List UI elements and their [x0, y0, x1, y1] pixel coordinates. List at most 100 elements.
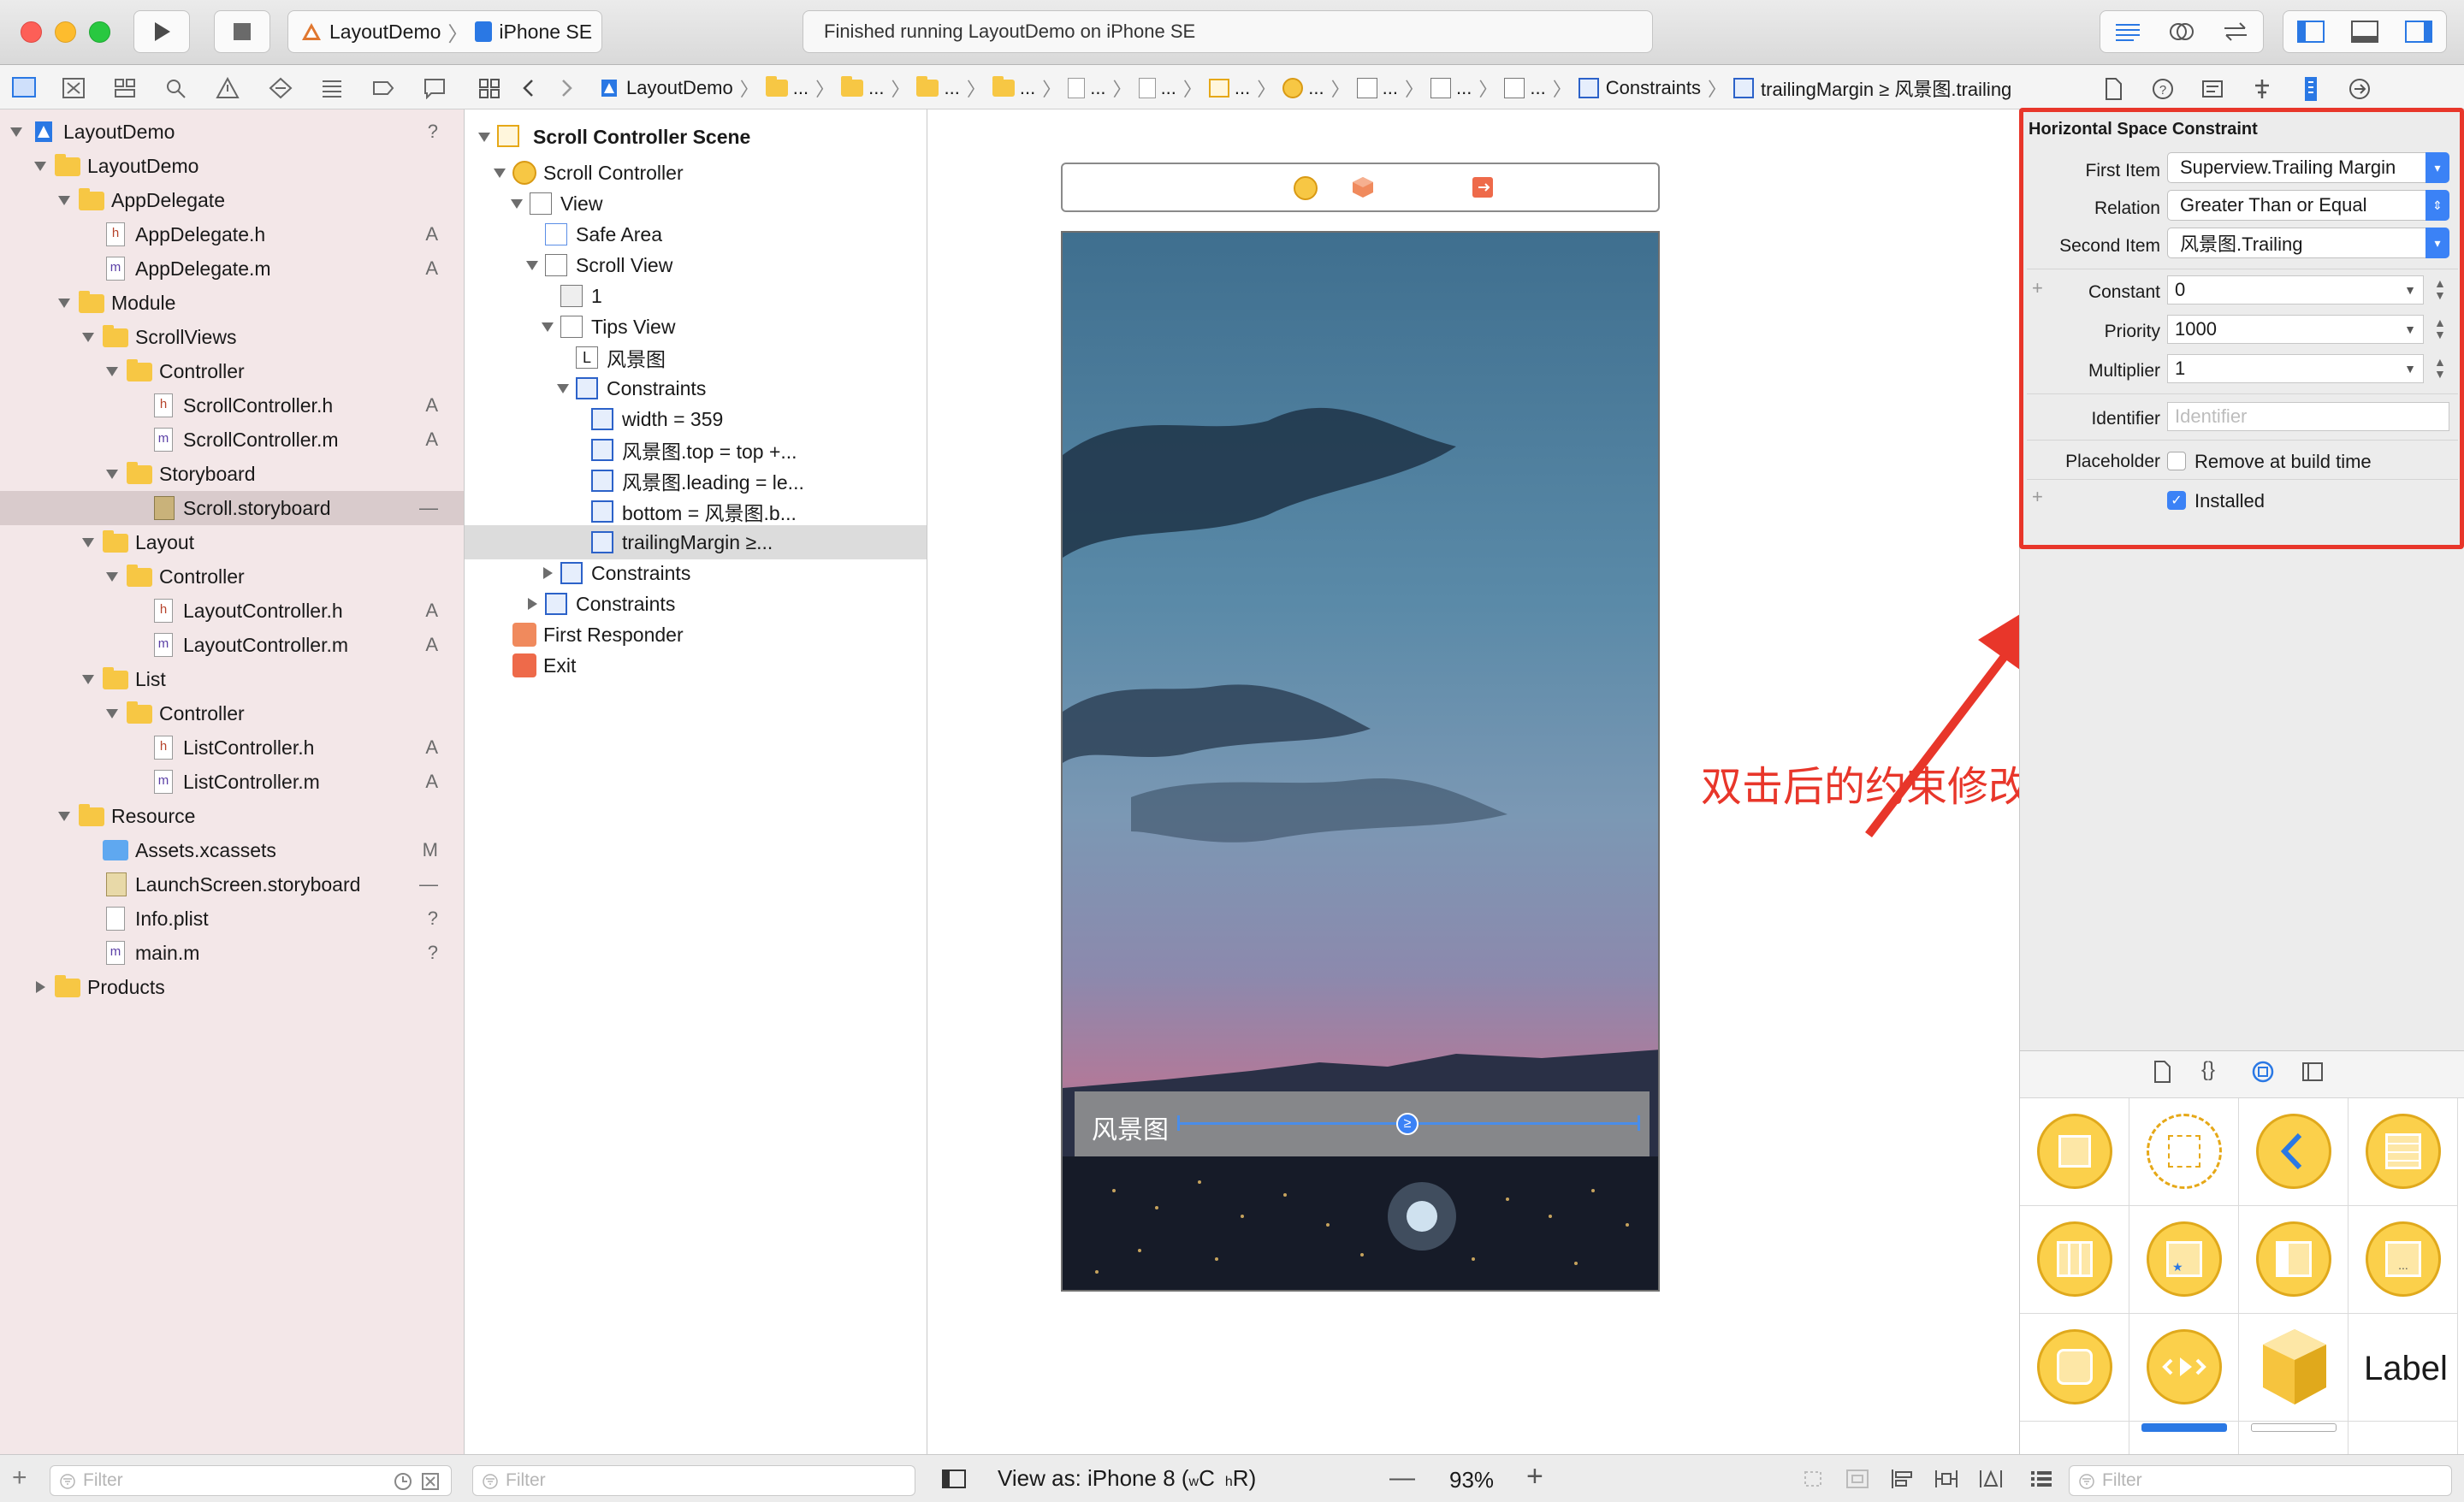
priority-field[interactable]: 1000 ▼: [2167, 315, 2424, 344]
second-item-popup[interactable]: 风景图.Trailing ▾: [2167, 228, 2449, 258]
outline-row-selected[interactable]: trailingMargin ≥...: [465, 525, 927, 559]
nav-row-folder[interactable]: Resource: [0, 799, 464, 833]
identifier-field[interactable]: Identifier: [2167, 402, 2449, 431]
priority-stepper[interactable]: ▲ ▼: [2434, 316, 2446, 340]
outline-row[interactable]: 风景图.leading = le...: [465, 464, 927, 498]
interface-builder-canvas[interactable]: 风景图 ≥ 双击后的约束修改界面: [927, 109, 2112, 1454]
chevron-down-icon[interactable]: ▼: [2404, 362, 2416, 376]
nav-row-folder[interactable]: Layout: [0, 525, 464, 559]
disclosure-triangle-icon[interactable]: [543, 567, 553, 579]
disclosure-triangle-icon[interactable]: [34, 161, 46, 171]
related-items-icon[interactable]: [477, 77, 501, 99]
code-snippet-icon[interactable]: {}: [2201, 1058, 2215, 1082]
nav-row-folder[interactable]: Products: [0, 970, 464, 1004]
outline-row[interactable]: 风景图.top = top +...: [465, 433, 927, 467]
source-control-navigator-icon[interactable]: [62, 77, 86, 99]
glkit-view-controller-library-item[interactable]: [2020, 1314, 2129, 1422]
outline-row[interactable]: bottom = 风景图.b...: [465, 494, 927, 529]
nav-row-folder[interactable]: LayoutDemo: [0, 149, 464, 183]
label-library-item[interactable]: Label: [2348, 1314, 2458, 1422]
disclosure-triangle-icon[interactable]: [528, 598, 537, 610]
nav-row-file[interactable]: Assets.xcassets M: [0, 833, 464, 867]
button-library-item[interactable]: [2020, 1422, 2129, 1455]
installed-checkbox[interactable]: ✓: [2167, 491, 2186, 510]
text-field-library-item[interactable]: [2239, 1422, 2348, 1455]
nav-row-file[interactable]: LaunchScreen.storyboard —: [0, 867, 464, 902]
nav-row-folder[interactable]: Module: [0, 286, 464, 320]
add-file-icon[interactable]: +: [12, 1464, 27, 1493]
zoom-level[interactable]: 93%: [1449, 1467, 1494, 1493]
view-controller-icon[interactable]: [1294, 176, 1318, 200]
file-template-icon[interactable]: [2152, 1060, 2172, 1084]
zoom-window-button[interactable]: [89, 21, 110, 43]
relation-popup[interactable]: Greater Than or Equal ⇕: [2167, 190, 2449, 221]
page-view-controller-library-item[interactable]: ...: [2348, 1206, 2458, 1314]
nav-row-folder[interactable]: AppDelegate: [0, 183, 464, 217]
breadcrumb-item[interactable]: ...: [1308, 77, 1324, 99]
slider-library-item[interactable]: [2348, 1422, 2458, 1455]
outline-row[interactable]: width = 359: [465, 402, 927, 436]
multiplier-field[interactable]: 1 ▼: [2167, 354, 2424, 383]
nav-row-file[interactable]: Info.plist ?: [0, 902, 464, 936]
outline-row[interactable]: Safe Area: [465, 217, 927, 251]
breadcrumb-project[interactable]: LayoutDemo: [626, 77, 733, 99]
disclosure-triangle-icon[interactable]: [511, 198, 523, 209]
issue-navigator-icon[interactable]: [216, 77, 240, 99]
connections-inspector-icon[interactable]: [2348, 77, 2372, 101]
outline-row[interactable]: Exit: [465, 648, 927, 683]
first-item-popup[interactable]: Superview.Trailing Margin ▾: [2167, 152, 2449, 183]
constant-field[interactable]: 0 ▼: [2167, 275, 2424, 305]
view-as-control[interactable]: View as: iPhone 8 ( w C h R): [998, 1465, 1256, 1492]
media-library-icon[interactable]: [2301, 1060, 2325, 1084]
standard-editor-icon[interactable]: [2113, 21, 2142, 43]
debug-area-toggle-icon[interactable]: [2350, 20, 2379, 44]
breadcrumb-item[interactable]: ...: [1020, 77, 1035, 99]
object-library-item[interactable]: [2239, 1314, 2348, 1422]
recent-files-icon[interactable]: [393, 1471, 413, 1492]
nav-row-file[interactable]: h AppDelegate.h A: [0, 217, 464, 251]
utilities-toggle-icon[interactable]: [2404, 20, 2433, 44]
nav-row-file[interactable]: m ListController.m A: [0, 765, 464, 799]
nav-row-project[interactable]: LayoutDemo ?: [0, 115, 464, 149]
split-view-controller-library-item[interactable]: [2239, 1206, 2348, 1314]
tips-view[interactable]: 风景图 ≥: [1075, 1091, 1650, 1156]
breadcrumb-item[interactable]: ...: [1161, 77, 1176, 99]
view-controller-library-item[interactable]: [2020, 1098, 2129, 1206]
disclosure-triangle-icon[interactable]: [58, 195, 70, 205]
run-button[interactable]: [133, 10, 190, 53]
debug-navigator-icon[interactable]: [320, 77, 344, 99]
outline-row[interactable]: First Responder: [465, 618, 927, 652]
nav-row-file[interactable]: m LayoutController.m A: [0, 628, 464, 662]
identity-inspector-icon[interactable]: [2200, 77, 2224, 101]
stop-button[interactable]: [214, 10, 270, 53]
exit-icon[interactable]: [1470, 174, 1496, 200]
disclosure-triangle-icon[interactable]: [58, 811, 70, 821]
disclosure-triangle-icon[interactable]: [494, 168, 506, 178]
nav-row-folder[interactable]: List: [0, 662, 464, 696]
assistant-editor-icon[interactable]: [2167, 21, 2196, 43]
version-editor-icon[interactable]: [2221, 21, 2250, 43]
nav-row-folder[interactable]: Controller: [0, 696, 464, 730]
disclosure-triangle-icon[interactable]: [106, 571, 118, 582]
align-icon[interactable]: [1889, 1467, 1915, 1491]
scheme-selector[interactable]: LayoutDemo 〉 iPhone SE: [287, 10, 602, 53]
nav-row-file[interactable]: m main.m ?: [0, 936, 464, 970]
outline-row[interactable]: Constraints: [465, 556, 927, 590]
outline-row[interactable]: View: [465, 186, 927, 221]
disclosure-triangle-icon[interactable]: [82, 674, 94, 684]
quick-help-icon[interactable]: ?: [2151, 77, 2175, 101]
project-navigator-icon[interactable]: [12, 77, 36, 98]
disclosure-triangle-icon[interactable]: [10, 127, 22, 137]
navigation-controller-library-item[interactable]: [2239, 1098, 2348, 1206]
add-variation-icon[interactable]: +: [2032, 277, 2043, 299]
breakpoint-navigator-icon[interactable]: [371, 77, 395, 99]
zoom-out-button[interactable]: —: [1389, 1464, 1415, 1493]
navigator-filter-field[interactable]: Filter: [50, 1465, 452, 1496]
tab-bar-controller-library-item[interactable]: ★: [2129, 1206, 2239, 1314]
embed-in-icon[interactable]: [1845, 1467, 1870, 1491]
nav-row-file[interactable]: h ListController.h A: [0, 730, 464, 765]
outline-filter-field[interactable]: Filter: [472, 1465, 915, 1496]
update-frames-icon[interactable]: [1800, 1467, 1826, 1491]
disclosure-triangle-icon[interactable]: [478, 132, 490, 142]
outline-row[interactable]: Constraints: [465, 371, 927, 405]
